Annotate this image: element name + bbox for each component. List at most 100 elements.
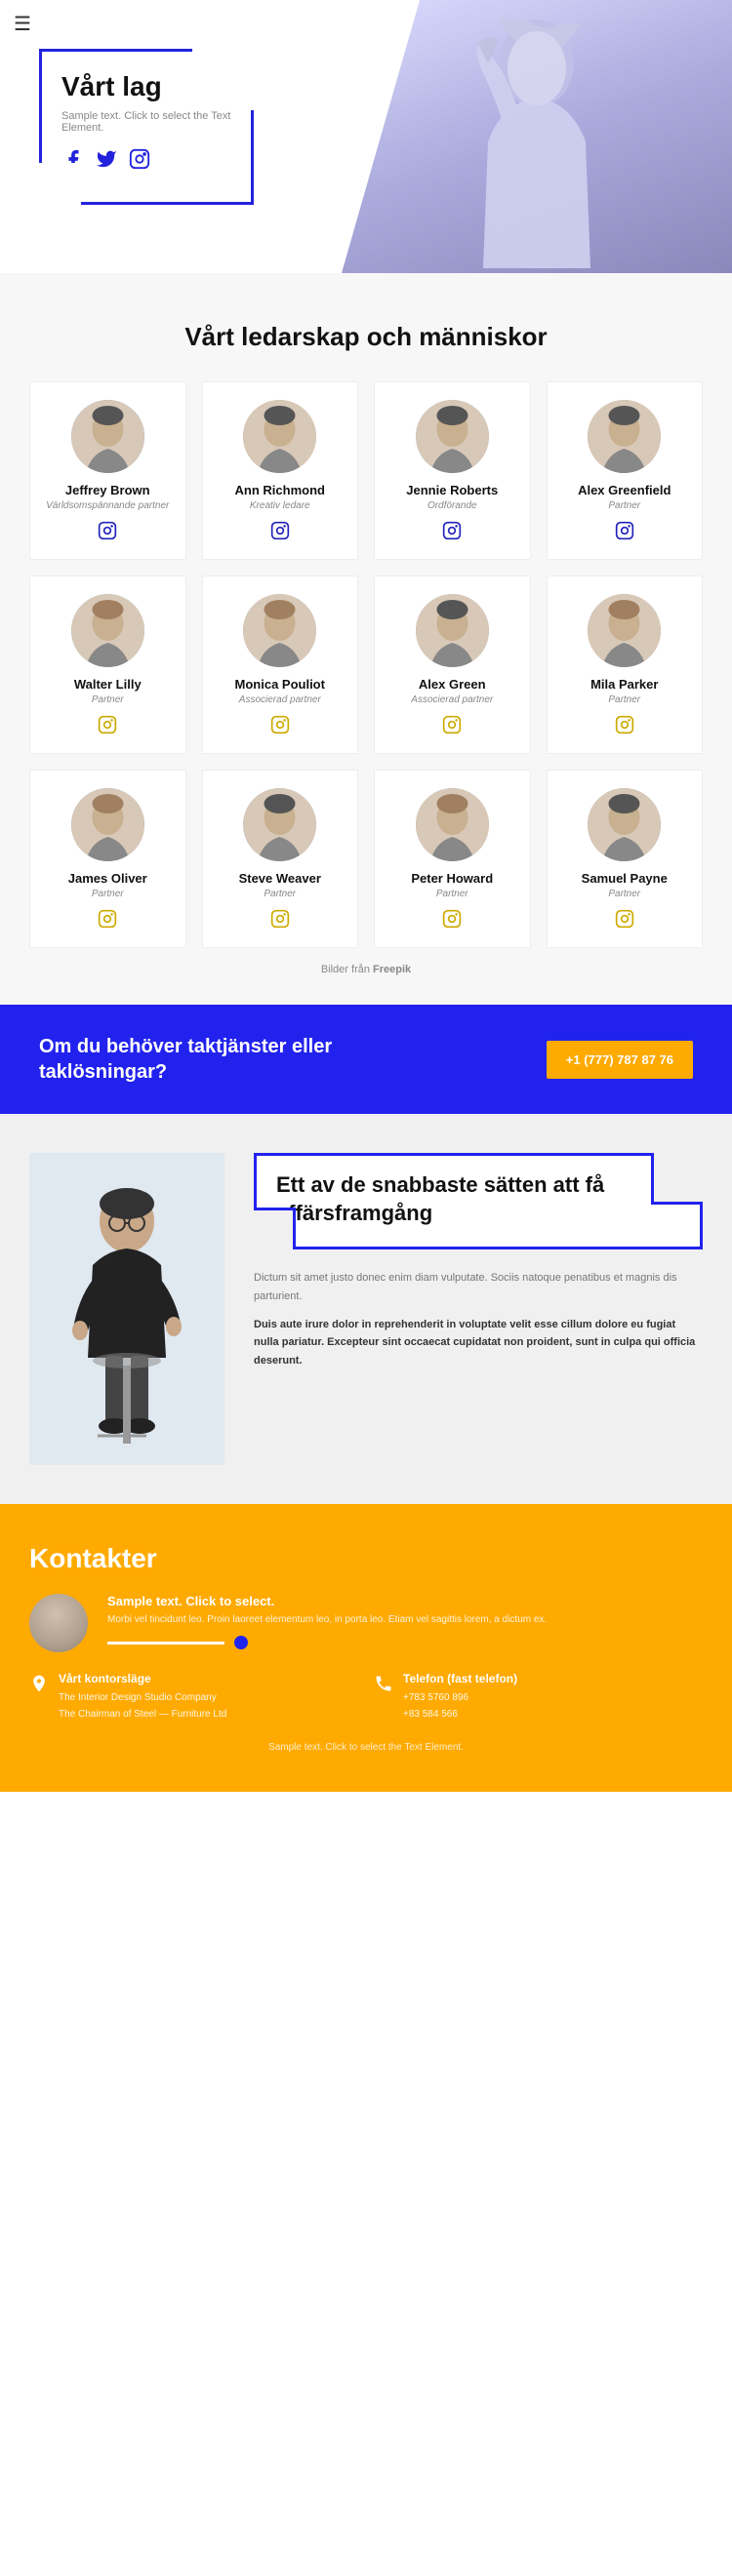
cta-text: Om du behöver taktjänster eller taklösni… bbox=[39, 1034, 410, 1085]
team-role: Partner bbox=[213, 889, 348, 899]
team-name: Walter Lilly bbox=[40, 677, 176, 692]
contacts-section: Kontakter Sample text. Click to select. … bbox=[0, 1504, 732, 1792]
team-card: Mila Parker Partner bbox=[547, 575, 704, 754]
team-card: Jennie Roberts Ordförande bbox=[374, 381, 531, 560]
hamburger-menu[interactable]: ☰ bbox=[14, 12, 31, 36]
team-name: Alex Green bbox=[385, 677, 520, 692]
contacts-grid: Vårt kontorsläge The Interior Design Stu… bbox=[29, 1672, 703, 1723]
team-card: Jeffrey Brown Världsomspännande partner bbox=[29, 381, 186, 560]
divider-line bbox=[107, 1642, 224, 1645]
team-role: Associerad partner bbox=[213, 694, 348, 705]
instagram-icon[interactable] bbox=[213, 715, 348, 739]
phone-block: Telefon (fast telefon) +783 5760 896 +83… bbox=[374, 1672, 703, 1723]
team-name: Mila Parker bbox=[557, 677, 693, 692]
team-avatar bbox=[588, 594, 661, 667]
divider-dot bbox=[234, 1636, 248, 1649]
contacts-title: Kontakter bbox=[29, 1543, 703, 1574]
contacts-desc: Morbi vel tincidunt leo. Proin laoreet e… bbox=[107, 1612, 703, 1628]
team-card: Alex Green Associerad partner bbox=[374, 575, 531, 754]
address-title: Vårt kontorsläge bbox=[59, 1672, 226, 1685]
instagram-icon[interactable] bbox=[40, 909, 176, 933]
address-info: Vårt kontorsläge The Interior Design Stu… bbox=[59, 1672, 226, 1723]
feature-frame: Ett av de snabbaste sätten att få affärs… bbox=[254, 1153, 703, 1249]
team-card: Monica Pouliot Associerad partner bbox=[202, 575, 359, 754]
location-icon bbox=[29, 1674, 49, 1693]
team-role: Världsomspännande partner bbox=[40, 500, 176, 511]
team-name: Steve Weaver bbox=[213, 871, 348, 886]
instagram-icon[interactable] bbox=[213, 909, 348, 933]
hero-title: Vårt lag bbox=[61, 71, 231, 102]
team-role: Associerad partner bbox=[385, 694, 520, 705]
twitter-icon[interactable] bbox=[95, 147, 118, 171]
team-role: Partner bbox=[557, 694, 693, 705]
feature-section: Ett av de snabbaste sätten att få affärs… bbox=[0, 1114, 732, 1504]
team-avatar bbox=[588, 400, 661, 473]
instagram-icon[interactable] bbox=[40, 521, 176, 545]
phone-info: Telefon (fast telefon) +783 5760 896 +83… bbox=[403, 1672, 517, 1723]
address-text: The Interior Design Studio Company The C… bbox=[59, 1689, 226, 1723]
team-avatar bbox=[243, 594, 316, 667]
team-name: James Oliver bbox=[40, 871, 176, 886]
instagram-icon[interactable] bbox=[385, 715, 520, 739]
man-sitting-image bbox=[29, 1153, 224, 1465]
instagram-icon[interactable] bbox=[557, 521, 693, 545]
social-icons bbox=[61, 147, 231, 171]
freepik-link[interactable]: Freepik bbox=[373, 964, 411, 975]
team-card: Samuel Payne Partner bbox=[547, 770, 704, 948]
team-avatar bbox=[71, 594, 144, 667]
team-name: Monica Pouliot bbox=[213, 677, 348, 692]
hero-frame: Vårt lag Sample text. Click to select th… bbox=[39, 49, 254, 205]
address-block: Vårt kontorsläge The Interior Design Stu… bbox=[29, 1672, 358, 1723]
instagram-icon[interactable] bbox=[385, 521, 520, 545]
team-name: Peter Howard bbox=[385, 871, 520, 886]
team-avatar bbox=[416, 594, 489, 667]
hero-section: Vårt lag Sample text. Click to select th… bbox=[0, 0, 732, 273]
team-role: Partner bbox=[385, 889, 520, 899]
contacts-info: Sample text. Click to select. Morbi vel … bbox=[107, 1594, 703, 1649]
team-card: Walter Lilly Partner bbox=[29, 575, 186, 754]
team-card: Alex Greenfield Partner bbox=[547, 381, 704, 560]
team-avatar bbox=[416, 788, 489, 861]
instagram-icon[interactable] bbox=[128, 147, 151, 171]
facebook-icon[interactable] bbox=[61, 147, 85, 171]
feature-image bbox=[29, 1153, 224, 1465]
instagram-icon[interactable] bbox=[557, 715, 693, 739]
phone-icon bbox=[374, 1674, 393, 1693]
instagram-icon[interactable] bbox=[40, 715, 176, 739]
contacts-name: Sample text. Click to select. bbox=[107, 1594, 703, 1608]
team-name: Jennie Roberts bbox=[385, 483, 520, 497]
team-card: Peter Howard Partner bbox=[374, 770, 531, 948]
team-grid: Jeffrey Brown Världsomspännande partner bbox=[29, 381, 703, 948]
feature-content: Ett av de snabbaste sätten att få affärs… bbox=[254, 1153, 703, 1370]
team-avatar bbox=[243, 788, 316, 861]
hero-subtitle: Sample text. Click to select the Text El… bbox=[61, 110, 231, 134]
freepik-note: Bilder från Freepik bbox=[29, 964, 703, 975]
team-name: Samuel Payne bbox=[557, 871, 693, 886]
team-name: Ann Richmond bbox=[213, 483, 348, 497]
instagram-icon[interactable] bbox=[385, 909, 520, 933]
feature-title: Ett av de snabbaste sätten att få affärs… bbox=[276, 1171, 680, 1227]
team-card: Steve Weaver Partner bbox=[202, 770, 359, 948]
contacts-dividers bbox=[107, 1636, 703, 1649]
team-avatar bbox=[243, 400, 316, 473]
instagram-icon[interactable] bbox=[557, 909, 693, 933]
phone-text: +783 5760 896 +83 584 566 bbox=[403, 1689, 517, 1723]
team-card: James Oliver Partner bbox=[29, 770, 186, 948]
team-card: Ann Richmond Kreativ ledare bbox=[202, 381, 359, 560]
leadership-section: Vårt ledarskap och människor Jeffrey Bro… bbox=[0, 273, 732, 1005]
team-avatar bbox=[416, 400, 489, 473]
team-role: Partner bbox=[40, 694, 176, 705]
feature-body1: Dictum sit amet justo donec enim diam vu… bbox=[254, 1269, 703, 1305]
team-role: Partner bbox=[557, 889, 693, 899]
team-avatar bbox=[71, 400, 144, 473]
cta-section: Om du behöver taktjänster eller taklösni… bbox=[0, 1005, 732, 1114]
phone-title: Telefon (fast telefon) bbox=[403, 1672, 517, 1685]
section-title: Vårt ledarskap och människor bbox=[29, 322, 703, 352]
team-name: Jeffrey Brown bbox=[40, 483, 176, 497]
cta-button[interactable]: +1 (777) 787 87 76 bbox=[547, 1041, 693, 1079]
team-role: Partner bbox=[557, 500, 693, 511]
hero-content: Vårt lag Sample text. Click to select th… bbox=[39, 49, 254, 205]
instagram-icon[interactable] bbox=[213, 521, 348, 545]
team-avatar bbox=[71, 788, 144, 861]
hero-image bbox=[342, 0, 732, 273]
